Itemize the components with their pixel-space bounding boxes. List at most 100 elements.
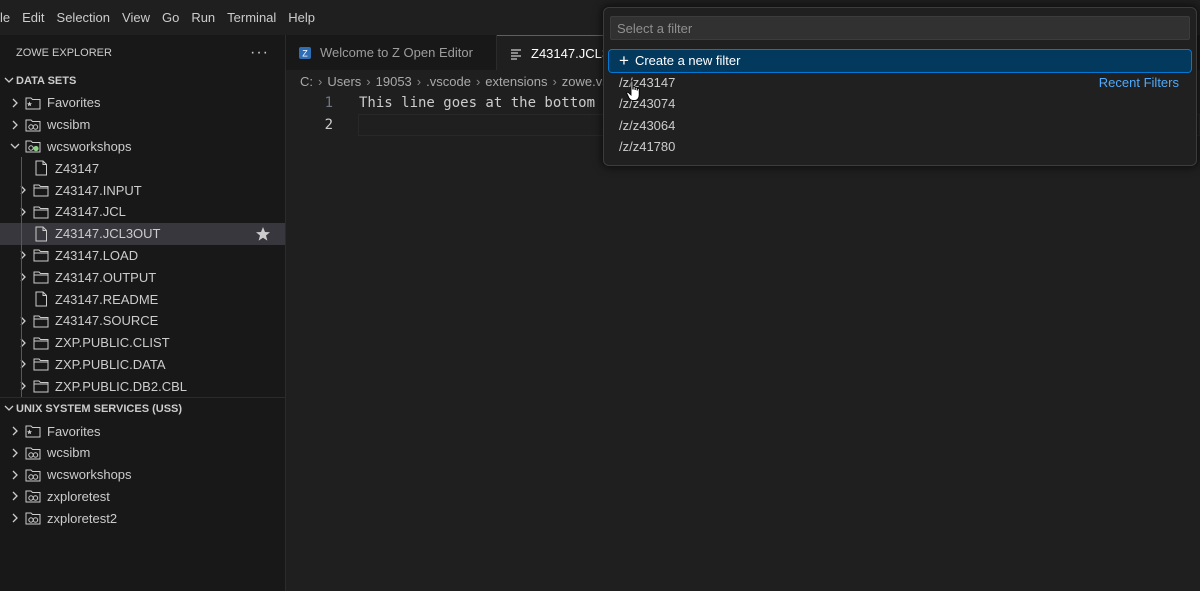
menu-selection[interactable]: Selection — [51, 0, 116, 35]
chevron-right-icon: › — [475, 73, 481, 89]
chevron-right-icon: › — [318, 73, 323, 89]
chevron-right-icon[interactable] — [9, 469, 21, 481]
breadcrumb-item[interactable]: .vscode — [426, 74, 471, 89]
breadcrumb-item[interactable]: C: — [300, 74, 313, 89]
tree-item[interactable]: Z43147.README — [0, 288, 285, 310]
tab-welcome[interactable]: Z Welcome to Z Open Editor — [286, 35, 497, 70]
recent-filters-label: Recent Filters — [1098, 74, 1179, 90]
tree-item[interactable]: Favorites — [0, 92, 285, 114]
folder-icon — [33, 313, 49, 329]
file-icon — [33, 226, 49, 242]
filter-list: + Create a new filter /z/z43147 Recent Fi… — [608, 49, 1192, 158]
folder-icon — [33, 335, 49, 351]
profile-icon — [25, 117, 41, 133]
filter-search-input[interactable] — [610, 16, 1190, 40]
create-new-filter-label: Create a new filter — [634, 53, 741, 69]
tree-item[interactable]: ZXP.PUBLIC.CLIST — [0, 332, 285, 354]
chevron-right-icon[interactable] — [17, 206, 29, 218]
chevron-right-icon[interactable] — [17, 271, 29, 283]
menu-le[interactable]: le — [0, 0, 16, 35]
tree-item[interactable]: Z43147.JCL — [0, 201, 285, 223]
filter-item[interactable]: /z/z43147 Recent Filters — [609, 72, 1191, 94]
tree-item-label: Z43147 — [55, 160, 100, 176]
chevron-right-icon[interactable] — [17, 184, 29, 196]
add-favorite-icon[interactable] — [255, 226, 271, 245]
breadcrumb-item[interactable]: 19053 — [376, 74, 412, 89]
tree-item-label: Z43147.README — [55, 291, 159, 307]
more-actions-icon[interactable]: ··· — [250, 44, 269, 62]
tree-item-label: wcsworkshops — [47, 467, 132, 483]
tree-item[interactable]: wcsworkshops — [0, 464, 285, 486]
profile-icon — [25, 445, 41, 461]
chevron-right-icon[interactable] — [17, 315, 29, 327]
menu-go[interactable]: Go — [156, 0, 185, 35]
data-sets-section-header[interactable]: DATA SETS — [0, 70, 285, 92]
tree-item-label: Z43147.OUTPUT — [55, 269, 157, 285]
tree-item-label: ZXP.PUBLIC.CLIST — [55, 335, 170, 351]
chevron-right-icon[interactable] — [9, 97, 21, 109]
folder-icon — [33, 269, 49, 285]
folder-icon — [33, 378, 49, 394]
tree-item-label: ZXP.PUBLIC.DB2.CBL — [55, 378, 187, 394]
breadcrumb-item[interactable]: extensions — [485, 74, 547, 89]
tree-item[interactable]: wcsibm — [0, 442, 285, 464]
tree-item[interactable]: Z43147.LOAD — [0, 245, 285, 267]
favorites-folder-icon — [25, 423, 41, 439]
chevron-right-icon[interactable] — [9, 119, 21, 131]
chevron-down-icon[interactable] — [9, 140, 21, 152]
sidebar-header: ZOWE EXPLORER ··· — [0, 35, 285, 70]
folder-icon — [33, 182, 49, 198]
uss-section-header[interactable]: UNIX SYSTEM SERVICES (USS) — [0, 397, 285, 420]
folder-icon — [33, 247, 49, 263]
tree-item[interactable]: Z43147.INPUT — [0, 179, 285, 201]
create-new-filter-item[interactable]: + Create a new filter — [608, 49, 1192, 73]
menu-edit[interactable]: Edit — [16, 0, 50, 35]
svg-text:Z: Z — [302, 48, 308, 58]
profile-icon — [25, 488, 41, 504]
tree-item[interactable]: Favorites — [0, 420, 285, 442]
menu-terminal[interactable]: Terminal — [221, 0, 282, 35]
chevron-right-icon[interactable] — [17, 380, 29, 392]
tree-item[interactable]: Z43147 — [0, 157, 285, 179]
tree-item-label: Z43147.JCL3OUT — [55, 226, 161, 242]
tree-item-label: zxploretest — [47, 488, 110, 504]
tree-item-label: Z43147.LOAD — [55, 247, 139, 263]
tree-item[interactable]: ZXP.PUBLIC.DATA — [0, 354, 285, 376]
chevron-right-icon[interactable] — [9, 425, 21, 437]
menu-run[interactable]: Run — [185, 0, 221, 35]
tree-item[interactable]: Z43147.OUTPUT — [0, 266, 285, 288]
tree-item-label: Favorites — [47, 95, 101, 111]
tree-item[interactable]: ZXP.PUBLIC.DB2.CBL — [0, 375, 285, 397]
tree-item[interactable]: zxploretest2 — [0, 507, 285, 529]
filter-item[interactable]: /z/z43074 — [609, 93, 1191, 115]
tree-item[interactable]: Z43147.SOURCE — [0, 310, 285, 332]
folder-icon — [33, 356, 49, 372]
menu-view[interactable]: View — [116, 0, 156, 35]
breadcrumb-item[interactable]: zowe.vs — [562, 74, 609, 89]
line-text: This line goes at the bottom — [359, 95, 596, 111]
chevron-right-icon[interactable] — [9, 512, 21, 524]
tree-item-label: Favorites — [47, 423, 101, 439]
tree-item[interactable]: zxploretest — [0, 486, 285, 508]
sidebar-title: ZOWE EXPLORER — [16, 46, 112, 59]
tree-item[interactable]: Z43147.JCL3OUT — [0, 222, 285, 245]
chevron-right-icon[interactable] — [17, 249, 29, 261]
chevron-right-icon: › — [552, 73, 557, 89]
line-number: 2 — [324, 117, 333, 133]
menu-help[interactable]: Help — [282, 0, 321, 35]
chevron-right-icon[interactable] — [17, 337, 29, 349]
breadcrumb-item[interactable]: Users — [327, 74, 361, 89]
chevron-right-icon[interactable] — [9, 490, 21, 502]
tree-item[interactable]: wcsibm — [0, 114, 285, 136]
tab-label: Welcome to Z Open Editor — [320, 45, 473, 60]
filter-item[interactable]: /z/z43064 — [609, 115, 1191, 137]
tree-item-label: Z43147.JCL — [55, 204, 126, 220]
data-sets-title: DATA SETS — [16, 75, 77, 87]
chevron-right-icon[interactable] — [9, 447, 21, 459]
editor-area[interactable]: 1 This line goes at the bottom 2 — [286, 92, 1200, 591]
chevron-down-icon — [2, 403, 16, 416]
filter-item[interactable]: /z/z41780 — [609, 136, 1191, 158]
chevron-right-icon[interactable] — [17, 358, 29, 370]
tree-item[interactable]: wcsworkshops — [0, 136, 285, 158]
